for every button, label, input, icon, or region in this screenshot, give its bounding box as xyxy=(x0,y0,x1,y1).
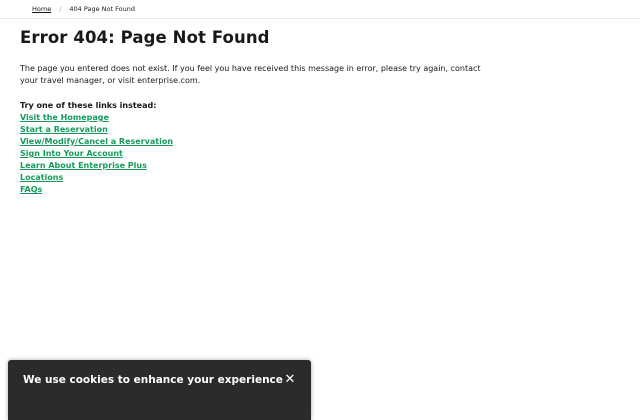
list-item: View/Modify/Cancel a Reservation xyxy=(20,136,490,148)
locations-link[interactable]: Locations xyxy=(20,173,63,182)
breadcrumb-separator: / xyxy=(59,5,62,13)
list-item: Start a Reservation xyxy=(20,124,490,136)
enterprise-plus-link[interactable]: Learn About Enterprise Plus xyxy=(20,161,147,170)
close-icon[interactable]: ✕ xyxy=(283,372,297,388)
list-item: Visit the Homepage xyxy=(20,112,490,124)
suggested-links-list: Visit the Homepage Start a Reservation V… xyxy=(20,112,490,196)
list-item: Learn About Enterprise Plus xyxy=(20,160,490,172)
list-item: Locations xyxy=(20,172,490,184)
breadcrumb: Home / 404 Page Not Found xyxy=(0,0,640,19)
modify-reservation-link[interactable]: View/Modify/Cancel a Reservation xyxy=(20,137,173,146)
main-content: Error 404: Page Not Found The page you e… xyxy=(20,28,490,196)
sign-in-link[interactable]: Sign Into Your Account xyxy=(20,149,123,158)
list-item: Sign Into Your Account xyxy=(20,148,490,160)
error-description: The page you entered does not exist. If … xyxy=(20,64,481,85)
faqs-link[interactable]: FAQs xyxy=(20,185,42,194)
links-heading: Try one of these links instead: xyxy=(20,101,157,110)
breadcrumb-home-link[interactable]: Home xyxy=(32,5,51,13)
cookie-banner-title: We use cookies to enhance your experienc… xyxy=(23,374,283,386)
cookie-banner: We use cookies to enhance your experienc… xyxy=(8,360,311,420)
page-title: Error 404: Page Not Found xyxy=(20,28,270,47)
list-item: FAQs xyxy=(20,184,490,196)
visit-homepage-link[interactable]: Visit the Homepage xyxy=(20,113,109,122)
breadcrumb-current: 404 Page Not Found xyxy=(69,5,135,13)
start-reservation-link[interactable]: Start a Reservation xyxy=(20,125,108,134)
